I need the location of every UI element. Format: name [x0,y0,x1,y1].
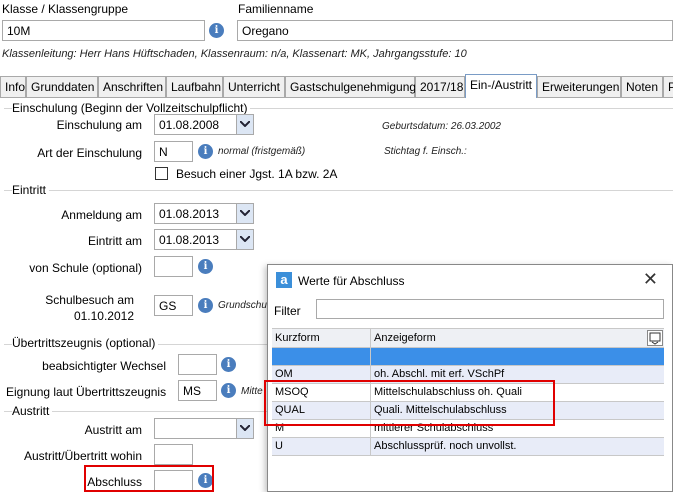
anmeldung-date-field[interactable]: 01.08.2013 [154,203,254,224]
einschulung-section-title: Einschulung (Beginn der Vollzeitschulpfl… [12,101,251,115]
jgst-checkbox-label: Besuch einer Jgst. 1A bzw. 2A [176,167,338,181]
chevron-down-icon [240,210,250,216]
grid-header: Kurzform Anzeigeform [272,328,664,348]
tab-schuljahr[interactable]: 2017/18 [415,76,465,97]
filter-label: Filter [274,304,301,318]
wechsel-label: beabsichtigter Wechsel [42,359,166,373]
wohin-label: Austritt/Übertritt wohin [23,449,142,463]
uebertritt-section-title: Übertrittszeugnis (optional) [12,336,159,350]
grid-row-empty[interactable] [272,348,664,366]
family-field[interactable]: Oregano [237,20,673,41]
einschulung-label: Einschulung am [56,118,142,132]
class-label: Klasse / Klassengruppe [2,2,129,16]
schulbesuch-info-icon[interactable]: i [198,298,213,313]
schulbesuch-description: Grundschu [218,300,267,311]
tab-more[interactable]: P [663,76,673,97]
eintritt-label: Eintritt am [87,234,142,248]
stichtag-text: Stichtag f. Einsch.: [384,146,467,157]
tab-gastschulgenehmigung[interactable]: Gastschulgenehmigung [285,76,416,97]
wohin-field[interactable] [154,444,193,465]
einschulung-date-value: 01.08.2008 [159,118,220,132]
art-info-icon[interactable]: i [198,144,213,159]
von-schule-field[interactable] [154,256,193,277]
geburtsdatum-text: Geburtsdatum: 26.03.2002 [382,121,501,132]
grid-row-u[interactable]: U Abschlussprüf. noch unvollst. [272,438,664,456]
eignung-label: Eignung laut Übertrittszeugnis [6,385,167,399]
abschluss-highlight [84,465,214,492]
tab-grunddaten[interactable]: Grunddaten [26,76,98,97]
art-description: normal (fristgemäß) [218,146,306,157]
eintritt-date-value: 01.08.2013 [159,233,220,247]
anmeldung-label: Anmeldung am [61,208,142,222]
austritt-am-label: Austritt am [84,423,142,437]
column-chooser-icon[interactable] [647,330,663,346]
class-info-icon[interactable]: i [209,23,224,38]
von-schule-info-icon[interactable]: i [198,259,213,274]
eintritt-dropdown-button[interactable] [236,230,253,249]
tab-unterricht[interactable]: Unterricht [223,76,285,97]
close-icon[interactable]: ✕ [643,269,658,290]
einschulung-dropdown-button[interactable] [236,115,253,134]
schulbesuch-date-label: 01.10.2012 [73,309,134,323]
eintritt-section-title: Eintritt [12,183,50,197]
art-einschulung-field[interactable]: N [154,141,193,162]
schulbesuch-field[interactable]: GS [154,295,193,316]
art-einschulung-label: Art der Einschulung [37,146,142,160]
eintritt-date-field[interactable]: 01.08.2013 [154,229,254,250]
chevron-down-icon [240,121,250,127]
tab-laufbahn[interactable]: Laufbahn [166,76,223,97]
class-info-line: Klassenleitung: Herr Hans Hüftschaden, K… [2,48,467,60]
abschluss-dialog: a Werte für Abschluss ✕ Filter Kurzform … [267,264,673,492]
anmeldung-date-value: 01.08.2013 [159,207,220,221]
eignung-field[interactable]: MS [178,380,217,401]
anmeldung-dropdown-button[interactable] [236,204,253,223]
schulbesuch-label: Schulbesuch am [45,293,134,307]
eignung-description: Mitte [241,386,263,397]
wechsel-info-icon[interactable]: i [221,357,236,372]
chevron-down-icon [240,425,250,431]
jgst-checkbox[interactable] [155,167,168,180]
dialog-title: Werte für Abschluss [298,274,405,288]
chevron-down-icon [240,236,250,242]
rows-highlight [264,380,555,426]
austritt-date-field[interactable] [154,418,254,439]
austritt-section-title: Austritt [12,404,53,418]
tab-ein-austritt[interactable]: Ein-/Austritt [465,74,537,98]
family-label: Familienname [238,2,314,16]
col-kurzform[interactable]: Kurzform [275,332,371,344]
class-field[interactable]: 10M [2,20,205,41]
tab-noten[interactable]: Noten [621,76,663,97]
col-anzeigeform[interactable]: Anzeigeform [374,332,436,344]
austritt-dropdown-button[interactable] [236,419,253,438]
von-schule-label: von Schule (optional) [29,261,142,275]
tab-anschriften[interactable]: Anschriften [98,76,166,97]
tab-info[interactable]: Info [0,76,26,97]
filter-input[interactable] [316,299,664,319]
wechsel-field[interactable] [178,354,217,375]
app-logo-icon: a [276,272,292,288]
einschulung-date-field[interactable]: 01.08.2008 [154,114,254,135]
eignung-info-icon[interactable]: i [221,383,236,398]
tab-erweiterungen[interactable]: Erweiterungen [537,76,621,97]
